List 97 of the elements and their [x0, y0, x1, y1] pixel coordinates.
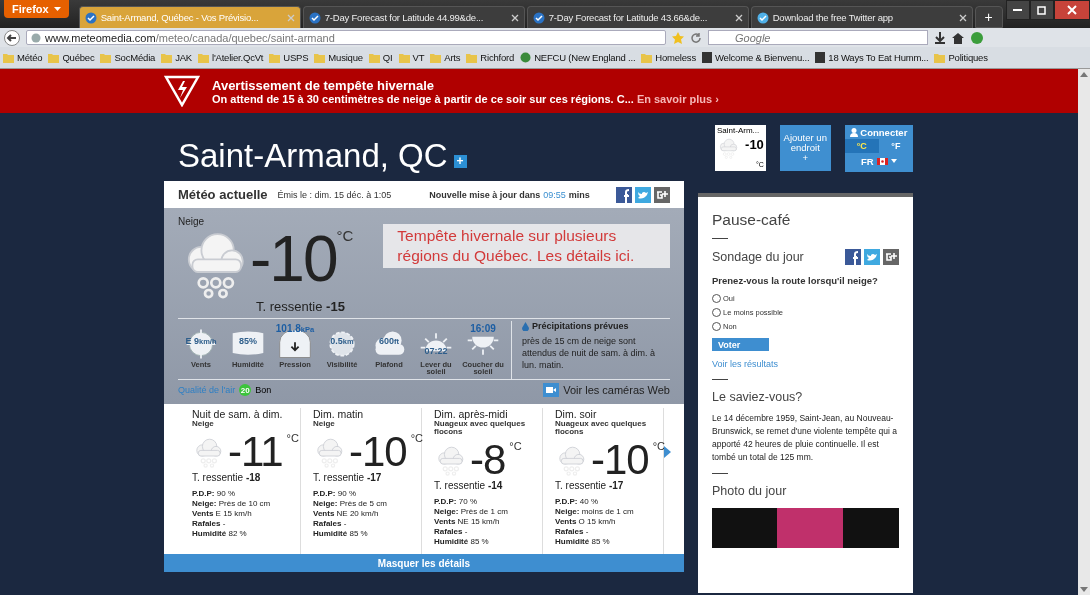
update-countdown: 09:55 [543, 189, 566, 200]
bookmark[interactable]: JAK [161, 52, 192, 63]
results-link[interactable]: Voir les résultats [712, 359, 779, 369]
feels-like: T. ressentie -14 [434, 480, 504, 491]
bookmark[interactable]: Welcome & Bienvenu... [701, 52, 810, 63]
poll-title: Sondage du jour [712, 250, 804, 264]
unit-toggle[interactable]: °C [844, 139, 879, 153]
period-detail: P.D.P: 40 % [555, 497, 599, 507]
add-location-button[interactable]: + [453, 154, 467, 168]
photo-title: Photo du jour [712, 484, 788, 498]
browser-tab[interactable]: Download the free Twitter app [750, 6, 973, 28]
period-title: Nuit de sam. à dim. [192, 408, 284, 420]
period-detail: P.D.P: 90 % [192, 489, 236, 499]
learn-more-link[interactable]: En savoir plus › [636, 92, 719, 105]
stat-value: 16:09 [469, 324, 497, 333]
saved-location-name: Saint-Arm... [717, 126, 761, 137]
period-condition: Neige [313, 420, 336, 428]
sidebar-title: Pause-café [712, 211, 792, 229]
bookmark[interactable]: Homeless [641, 52, 696, 63]
bookmark[interactable]: Politiques [934, 52, 988, 63]
period-condition: Neige [192, 420, 215, 428]
fact-title: Le saviez-vous? [712, 390, 804, 404]
precip-text: près de 15 cm de neige sont attendus de nuit de sam. à dim. à lun. matin. [522, 335, 657, 371]
period-detail: P.D.P: 90 % [313, 489, 357, 499]
bookmark[interactable]: Musique [314, 52, 363, 63]
period-detail: Humidité 85 % [313, 529, 369, 539]
period-detail: Humidité 82 % [192, 529, 248, 539]
hide-details-button[interactable]: Masquer les détails [164, 554, 684, 572]
period-detail: Rafales - [434, 527, 469, 537]
browser-tab[interactable]: 7-Day Forecast for Latitude 43.66&de... [526, 6, 749, 28]
poll-question: Prenez-vous la route lorsqu'il neige? [712, 275, 879, 286]
fact-text: Le 14 décembre 1959, Saint-Jean, au Nouveau-Brunswick, se remet d'une violente tempête qui a apporté 42 heures de pluie continuelle. Il est tombé un total de 125 mm. [712, 412, 898, 464]
temperature-unit: °C [286, 432, 299, 444]
location-title: Saint-Armand, QC [178, 137, 448, 175]
saved-location-temp: -10 [744, 137, 764, 154]
period-detail: Humidité 85 % [434, 537, 490, 547]
bookmark[interactable]: VT [398, 52, 425, 63]
bookmark[interactable]: l'Atelier.QcVt [197, 52, 264, 63]
period-condition: Nuageux avec quelques flocons [434, 420, 527, 436]
feels-like: T. ressentie -18 [192, 472, 262, 483]
period-detail: Neige: Près de 5 cm [313, 499, 388, 509]
period-detail: Vents NE 20 km/h [313, 509, 380, 519]
feels-like: T. ressentie -17 [313, 472, 383, 483]
bookmark[interactable]: Arts [430, 52, 461, 63]
period-condition: Nuageux avec quelques flocons [555, 420, 648, 436]
update-unit: mins [568, 189, 590, 200]
bookmark[interactable]: QI [368, 52, 393, 63]
air-quality-value: Bon [255, 385, 272, 395]
temperature-unit: °C [509, 440, 522, 452]
period-detail: Rafales - [192, 519, 227, 529]
period-temperature: -10 [349, 432, 407, 472]
search-field[interactable]: Google [708, 30, 928, 45]
period-detail: Neige: Près de 1 cm [434, 507, 509, 517]
bookmark[interactable]: Richford [466, 52, 515, 63]
period-detail: P.D.P: 70 % [434, 497, 478, 507]
bookmark[interactable]: USPS [269, 52, 309, 63]
bookmark[interactable]: NEFCU (New England ... [520, 52, 636, 63]
browser-tab[interactable]: 7-Day Forecast for Latitude 44.99&de... [302, 6, 525, 28]
current-temperature: -10 [250, 227, 337, 291]
temperature-unit: °C [410, 432, 424, 444]
period-detail: Vents NE 15 km/h [434, 517, 501, 527]
vote-button[interactable]: Voter [712, 338, 769, 351]
feels-like: T. ressentie -17 [555, 480, 625, 491]
warning-text: On attend de 15 à 30 centimètres de neige à partir de ce soir sur ces régions. C... En savoir plus › [212, 92, 719, 105]
period-temperature: -10 [591, 440, 649, 480]
bookmark[interactable]: Québec [48, 52, 95, 63]
period-detail: Neige: moins de 1 cm [555, 507, 635, 517]
air-quality-index: 20 [239, 384, 252, 396]
new-tab-button[interactable]: + [974, 6, 1003, 28]
bookmark[interactable]: Météo [3, 52, 43, 63]
bookmark[interactable]: SocMédia [100, 52, 156, 63]
feels-like: T. ressentie -15 [256, 299, 346, 314]
address-bar[interactable]: www.meteomedia.com/meteo/canada/quebec/saint-armand [26, 30, 666, 45]
period-temperature: -11 [228, 432, 283, 472]
update-label: Nouvelle mise à jour dans [429, 189, 541, 200]
bookmark[interactable]: 18 Ways To Eat Humm... [815, 52, 929, 63]
period-detail: Rafales - [555, 527, 590, 537]
stat-value: 85% [238, 337, 258, 346]
period-detail: Vents E 15 km/h [192, 509, 253, 519]
period-detail: Humidité 85 % [555, 537, 611, 547]
condition-label: Neige [178, 216, 206, 227]
temperature-unit: °C [336, 227, 354, 244]
period-title: Dim. après-midi [434, 408, 509, 420]
period-title: Dim. matin [313, 408, 365, 420]
issued-time: Émis le : dim. 15 déc. à 1:05 [277, 189, 392, 200]
period-title: Dim. soir [555, 408, 598, 420]
temperature-unit: °C [652, 440, 666, 452]
section-title: Météo actuelle [178, 187, 268, 202]
period-detail: Vents O 15 km/h [555, 517, 617, 527]
stat-value: 07:22 [423, 347, 449, 356]
period-detail: Rafales - [313, 519, 348, 529]
precip-title: Précipitations prévues [532, 321, 629, 331]
warning-title: Avertissement de tempête hivernale [212, 77, 436, 93]
period-detail: Neige: Près de 10 cm [192, 499, 272, 509]
storm-promo-link[interactable]: Tempête hivernale sur plusieurs régions du Québec. Les détails ici. [383, 224, 670, 268]
period-temperature: -8 [470, 440, 506, 480]
webcams-link[interactable]: Voir les caméras Web [563, 384, 670, 396]
